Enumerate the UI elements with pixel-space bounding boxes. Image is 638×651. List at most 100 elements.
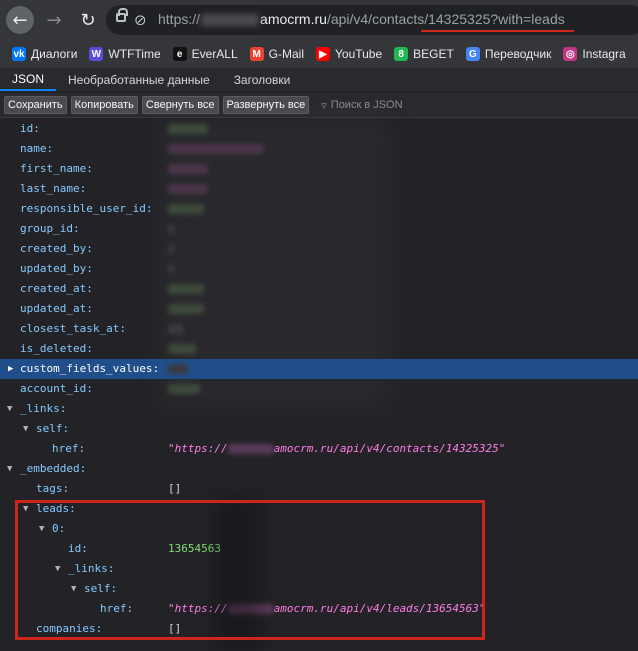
json-key: account_id:	[20, 382, 93, 395]
redacted-value	[168, 364, 188, 374]
copy-button[interactable]: Копировать	[70, 96, 138, 114]
bookmark-item[interactable]: ◎ Instagra	[563, 47, 626, 61]
json-row[interactable]: last_name:	[0, 179, 638, 199]
browser-toolbar: ← → ↻ ⊘ https:// amocrm.ru/api/v4/contact…	[0, 0, 638, 40]
json-key: tags:	[36, 482, 70, 495]
json-row[interactable]: ▼ _links:	[0, 399, 638, 419]
redacted-value	[168, 244, 174, 254]
bookmark-item[interactable]: vk Диалоги	[12, 47, 77, 61]
json-row[interactable]: updated_by:	[0, 259, 638, 279]
json-row[interactable]: group_id:	[0, 219, 638, 239]
redacted-value	[168, 224, 174, 234]
redacted-value	[168, 384, 200, 394]
json-row[interactable]: ▼ leads:	[0, 499, 638, 519]
json-row[interactable]: ▼ 0:	[0, 519, 638, 539]
collapse-caret-icon[interactable]: ▼	[7, 399, 12, 419]
json-row[interactable]: is_deleted:	[0, 339, 638, 359]
bookmark-item[interactable]: W WTFTime	[89, 47, 161, 61]
json-key: first_name:	[20, 162, 93, 175]
json-row[interactable]: ▼ _links:	[0, 559, 638, 579]
youtube-icon: ▶	[316, 47, 330, 61]
url-text[interactable]: https:// amocrm.ru/api/v4/contacts/143253…	[158, 11, 565, 27]
url-query: 14325325?with=leads	[428, 11, 565, 27]
json-row[interactable]: companies: []	[0, 619, 638, 639]
json-row[interactable]: updated_at:	[0, 299, 638, 319]
json-value	[168, 279, 204, 299]
json-key: id:	[20, 122, 40, 135]
bookmark-label: G-Mail	[268, 47, 304, 61]
collapse-caret-icon[interactable]: ▼	[55, 559, 60, 579]
json-row[interactable]: href: "https://amocrm.ru/api/v4/leads/136…	[0, 599, 638, 619]
bookmark-label: BEGET	[413, 47, 454, 61]
bookmark-item[interactable]: ▶ YouTube	[316, 47, 382, 61]
filter-icon: ▿	[321, 99, 327, 112]
json-row[interactable]: first_name:	[0, 159, 638, 179]
json-value: 13654563	[168, 542, 221, 555]
href-prefix: "https://	[168, 442, 228, 455]
json-value: []	[168, 482, 182, 495]
json-row[interactable]: ▶ custom_fields_values:	[0, 359, 638, 379]
json-key: responsible_user_id:	[20, 202, 153, 215]
tab-headers[interactable]: Заголовки	[222, 69, 303, 91]
json-value	[168, 299, 204, 319]
redacted-value	[168, 124, 208, 134]
json-row[interactable]: closest_task_at:	[0, 319, 638, 339]
forward-arrow-icon[interactable]: →	[40, 6, 68, 34]
json-row[interactable]: href: "https:// amocrm.ru/api/v4/contacts/…	[0, 439, 638, 459]
json-key: created_at:	[20, 282, 93, 295]
redacted-value	[168, 304, 204, 314]
collapse-caret-icon[interactable]: ▼	[39, 519, 44, 539]
tracking-blocked-icon[interactable]: ⊘	[134, 12, 147, 28]
href-tail: amocrm.ru/api/v4/leads/13654563"	[273, 602, 486, 615]
filter-input[interactable]: ▿ Поиск в JSON	[321, 99, 402, 112]
json-value	[168, 339, 196, 359]
expand-all-button[interactable]: Развернуть все	[222, 96, 310, 114]
json-row[interactable]: tags: []	[0, 479, 638, 499]
json-row[interactable]: account_id:	[0, 379, 638, 399]
json-row[interactable]: created_at:	[0, 279, 638, 299]
json-value	[168, 199, 204, 219]
bookmark-item[interactable]: e EverALL	[172, 47, 238, 61]
bookmark-item[interactable]: G Переводчик	[465, 47, 552, 61]
collapse-caret-icon[interactable]: ▼	[23, 419, 28, 439]
json-key: updated_by:	[20, 262, 93, 275]
json-row[interactable]: ▼ self:	[0, 579, 638, 599]
save-button[interactable]: Сохранить	[4, 96, 67, 114]
everall-icon: e	[172, 47, 187, 61]
expand-caret-icon[interactable]: ▶	[8, 359, 13, 379]
json-value	[168, 259, 174, 279]
viewer-tabs: JSON Необработанные данные Заголовки	[0, 69, 638, 91]
url-scheme: https://	[158, 11, 201, 27]
bookmark-item[interactable]: 8 BEGET	[394, 47, 454, 61]
lock-icon[interactable]	[116, 8, 128, 22]
back-arrow-icon[interactable]: ←	[6, 6, 34, 34]
tab-json[interactable]: JSON	[0, 69, 57, 91]
json-row[interactable]: id:	[0, 119, 638, 139]
vk-icon: vk	[12, 47, 26, 61]
collapse-caret-icon[interactable]: ▼	[7, 459, 12, 479]
json-row[interactable]: name:	[0, 139, 638, 159]
collapse-all-button[interactable]: Свернуть все	[141, 96, 219, 114]
json-value	[168, 159, 208, 179]
bookmarks-bar: vk Диалоги W WTFTime e EverALL M G-Mail ▶ YouTube…	[0, 40, 638, 69]
bookmark-label: Диалоги	[31, 47, 78, 61]
json-tree: id: name: first_name: last_name: responsible…	[0, 119, 638, 651]
json-key: group_id:	[20, 222, 80, 235]
json-row[interactable]: responsible_user_id:	[0, 199, 638, 219]
redaction-smudge	[215, 497, 260, 651]
bookmark-item[interactable]: M G-Mail	[249, 47, 304, 61]
json-row[interactable]: created_by:	[0, 239, 638, 259]
tab-raw-data[interactable]: Необработанные данные	[56, 69, 222, 91]
bookmark-label: Переводчик	[484, 47, 552, 61]
collapse-caret-icon[interactable]: ▼	[71, 579, 76, 599]
json-row[interactable]: ▼ _embedded:	[0, 459, 638, 479]
redacted-value	[168, 264, 174, 274]
json-row[interactable]: id: 13654563	[0, 539, 638, 559]
instagram-icon: ◎	[563, 47, 578, 61]
json-row[interactable]: ▼ self:	[0, 419, 638, 439]
reload-icon[interactable]: ↻	[74, 6, 102, 34]
collapse-caret-icon[interactable]: ▼	[23, 499, 28, 519]
json-value[interactable]: "https:// amocrm.ru/api/v4/contacts/14325…	[168, 439, 505, 459]
json-key: 0:	[52, 522, 66, 535]
json-value	[168, 319, 184, 339]
